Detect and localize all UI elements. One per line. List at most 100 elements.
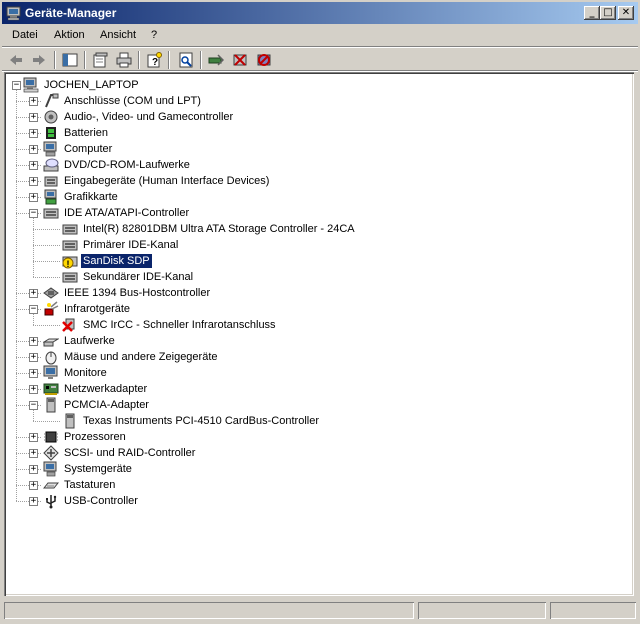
expand-toggle-12[interactable]: + — [29, 369, 38, 378]
device-manager-window: Geräte-Manager _ □ ✕ Datei Aktion Ansich… — [0, 0, 640, 624]
toolbar-separator — [138, 51, 140, 69]
title-bar[interactable]: Geräte-Manager _ □ ✕ — [2, 2, 638, 24]
expand-toggle-13[interactable]: + — [29, 385, 38, 394]
tree-category-10[interactable]: Laufwerke — [42, 333, 117, 349]
disk-drive-icon — [42, 333, 60, 349]
close-button[interactable]: ✕ — [618, 6, 634, 20]
forward-icon[interactable] — [29, 50, 49, 70]
tree-node-label: SanDisk SDP — [80, 253, 153, 269]
mouse-icon — [43, 349, 59, 365]
expand-toggle-6[interactable]: + — [29, 193, 38, 202]
expand-toggle-8[interactable]: + — [29, 289, 38, 298]
pcmcia-icon — [62, 413, 78, 429]
tree-device-9-0[interactable]: SMC IrCC - Schneller Infrarotanschluss — [62, 317, 278, 333]
tree-category-13[interactable]: Netzwerkadapter — [43, 381, 149, 397]
tree-node-label: Computer — [64, 143, 113, 155]
tree-node-label: Laufwerke — [64, 335, 115, 347]
ide-controller-icon — [62, 221, 78, 237]
tree-category-17[interactable]: Systemgeräte — [43, 461, 134, 477]
scan-hardware-icon[interactable] — [176, 50, 196, 70]
tree-category-4[interactable]: DVD/CD-ROM-Laufwerke — [43, 157, 192, 173]
infrared-icon — [43, 301, 59, 317]
tree-node-label: Grafikkarte — [64, 191, 118, 203]
port-icon — [43, 93, 59, 109]
expand-toggle-15[interactable]: + — [29, 433, 38, 442]
collapse-toggle-9[interactable]: − — [29, 305, 38, 314]
back-icon[interactable] — [6, 50, 26, 70]
menu-bar: Datei Aktion Ansicht ? — [2, 26, 638, 46]
expand-toggle-17[interactable]: + — [29, 465, 38, 474]
menu-datei[interactable]: Datei — [12, 29, 38, 41]
tree-category-19[interactable]: USB-Controller — [43, 493, 140, 509]
toolbar-separator — [200, 51, 202, 69]
tree-category-9[interactable]: Infrarotgeräte — [43, 301, 132, 317]
uninstall-device-icon[interactable] — [254, 50, 274, 70]
tree-connector-vertical — [16, 90, 17, 501]
menu-aktion[interactable]: Aktion — [54, 29, 85, 41]
tree-connector-horizontal — [33, 229, 60, 230]
expand-toggle-18[interactable]: + — [29, 481, 38, 490]
tree-device-7-2[interactable]: ! SanDisk SDP — [62, 253, 153, 269]
expand-toggle-10[interactable]: + — [29, 337, 38, 346]
tree-device-7-0[interactable]: Intel(R) 82801DBM Ultra ATA Storage Cont… — [62, 221, 357, 237]
tree-node-label: IDE ATA/ATAPI-Controller — [64, 207, 190, 219]
svg-text:!: ! — [67, 259, 70, 269]
tree-category-18[interactable]: Tastaturen — [42, 477, 117, 493]
battery-icon — [43, 125, 59, 141]
minimize-button[interactable]: _ — [584, 6, 600, 20]
expand-toggle-2[interactable]: + — [29, 129, 38, 138]
update-driver-icon[interactable] — [206, 50, 226, 70]
ide-controller-icon — [43, 205, 59, 221]
tree-category-11[interactable]: Mäuse und andere Zeigegeräte — [43, 349, 220, 365]
expand-toggle-5[interactable]: + — [29, 177, 38, 186]
expand-toggle-0[interactable]: + — [29, 97, 38, 106]
maximize-button[interactable]: □ — [600, 6, 616, 20]
tree-node-label: PCMCIA-Adapter — [64, 399, 149, 411]
tree-device-7-1[interactable]: Primärer IDE-Kanal — [62, 237, 180, 253]
tree-root-computer[interactable]: JOCHEN_LAPTOP — [23, 77, 141, 93]
expand-toggle-19[interactable]: + — [29, 497, 38, 506]
tree-device-7-3[interactable]: Sekundärer IDE-Kanal — [62, 269, 195, 285]
tree-category-1[interactable]: Audio-, Video- und Gamecontroller — [43, 109, 235, 125]
expand-toggle-4[interactable]: + — [29, 161, 38, 170]
device-manager-app-icon[interactable] — [6, 5, 22, 21]
show-hide-tree-icon[interactable] — [60, 50, 80, 70]
collapse-toggle-14[interactable]: − — [29, 401, 38, 410]
help-icon[interactable]: ? — [144, 50, 164, 70]
tree-category-12[interactable]: Monitore — [43, 365, 109, 381]
print-icon[interactable] — [114, 50, 134, 70]
tree-category-2[interactable]: Batterien — [43, 125, 110, 141]
tree-category-5[interactable]: Eingabegeräte (Human Interface Devices) — [43, 173, 271, 189]
tree-connector-vertical — [33, 314, 34, 325]
network-adapter-icon — [43, 381, 59, 397]
collapse-toggle-7[interactable]: − — [29, 209, 38, 218]
tree-category-0[interactable]: Anschlüsse (COM und LPT) — [43, 93, 203, 109]
toolbar-separator — [168, 51, 170, 69]
device-tree[interactable]: − JOCHEN_LAPTOP + Anschlüsse (COM und LPT) +… — [4, 72, 634, 596]
tree-category-15[interactable]: Prozessoren — [43, 429, 128, 445]
tree-node-label: Netzwerkadapter — [64, 383, 148, 395]
properties-icon[interactable] — [90, 50, 110, 70]
expand-toggle-16[interactable]: + — [29, 449, 38, 458]
tree-node-label: Prozessoren — [64, 431, 126, 443]
disable-device-icon[interactable] — [230, 50, 250, 70]
tree-node-label: SCSI- und RAID-Controller — [64, 447, 196, 459]
menu-ansicht[interactable]: Ansicht — [100, 29, 136, 41]
tree-category-16[interactable]: SCSI- und RAID-Controller — [43, 445, 197, 461]
status-panel-main — [4, 602, 414, 619]
window-title: Geräte-Manager — [25, 6, 117, 20]
processor-icon — [43, 429, 59, 445]
tree-category-3[interactable]: Computer — [43, 141, 114, 157]
tree-category-6[interactable]: Grafikkarte — [43, 189, 120, 205]
tree-category-7[interactable]: IDE ATA/ATAPI-Controller — [43, 205, 191, 221]
root-collapse-toggle[interactable]: − — [12, 81, 21, 90]
expand-toggle-3[interactable]: + — [29, 145, 38, 154]
expand-toggle-1[interactable]: + — [29, 113, 38, 122]
tree-category-14[interactable]: PCMCIA-Adapter — [43, 397, 151, 413]
tree-category-8[interactable]: IEEE 1394 Bus-Hostcontroller — [43, 285, 212, 301]
status-panel-2 — [418, 602, 546, 619]
expand-toggle-11[interactable]: + — [29, 353, 38, 362]
menu-help[interactable]: ? — [151, 29, 157, 41]
tree-node-label: Systemgeräte — [64, 463, 132, 475]
tree-device-14-0[interactable]: Texas Instruments PCI-4510 CardBus-Contr… — [62, 413, 321, 429]
